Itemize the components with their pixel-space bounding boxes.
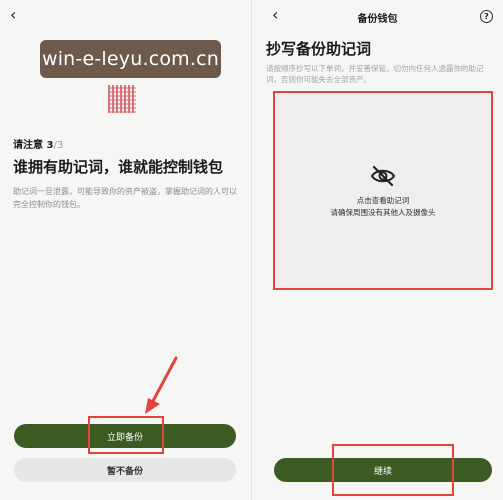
continue-button[interactable]: 继续 xyxy=(274,458,492,482)
eye-slash-icon xyxy=(370,165,396,187)
reveal-mnemonic-area[interactable]: 点击查看助记词 请确保周围没有其他人及摄像头 xyxy=(274,92,492,288)
continue-label: 继续 xyxy=(373,466,392,477)
backup-wallet-screen: ‹ 备份钱包 ? 抄写备份助记词 请按顺序抄写以下单词，并妥善保管。切勿向任何人… xyxy=(252,0,503,500)
page-title: 抄写备份助记词 xyxy=(266,40,372,58)
watermark-text: win-e-leyu.com.cn xyxy=(41,48,220,70)
watermark-banner: win-e-leyu.com.cn xyxy=(40,40,221,78)
question-icon[interactable]: ? xyxy=(480,10,493,23)
reveal-hint-text: 点击查看助记词 xyxy=(356,196,410,205)
page-description: 请按顺序抄写以下单词，并妥善保管。切勿向任何人透露你的助记词，否则你可能失去全部… xyxy=(266,64,484,84)
header-title: 备份钱包 xyxy=(357,14,398,25)
privacy-warning-text: 请确保周围没有其他人及摄像头 xyxy=(330,208,436,217)
